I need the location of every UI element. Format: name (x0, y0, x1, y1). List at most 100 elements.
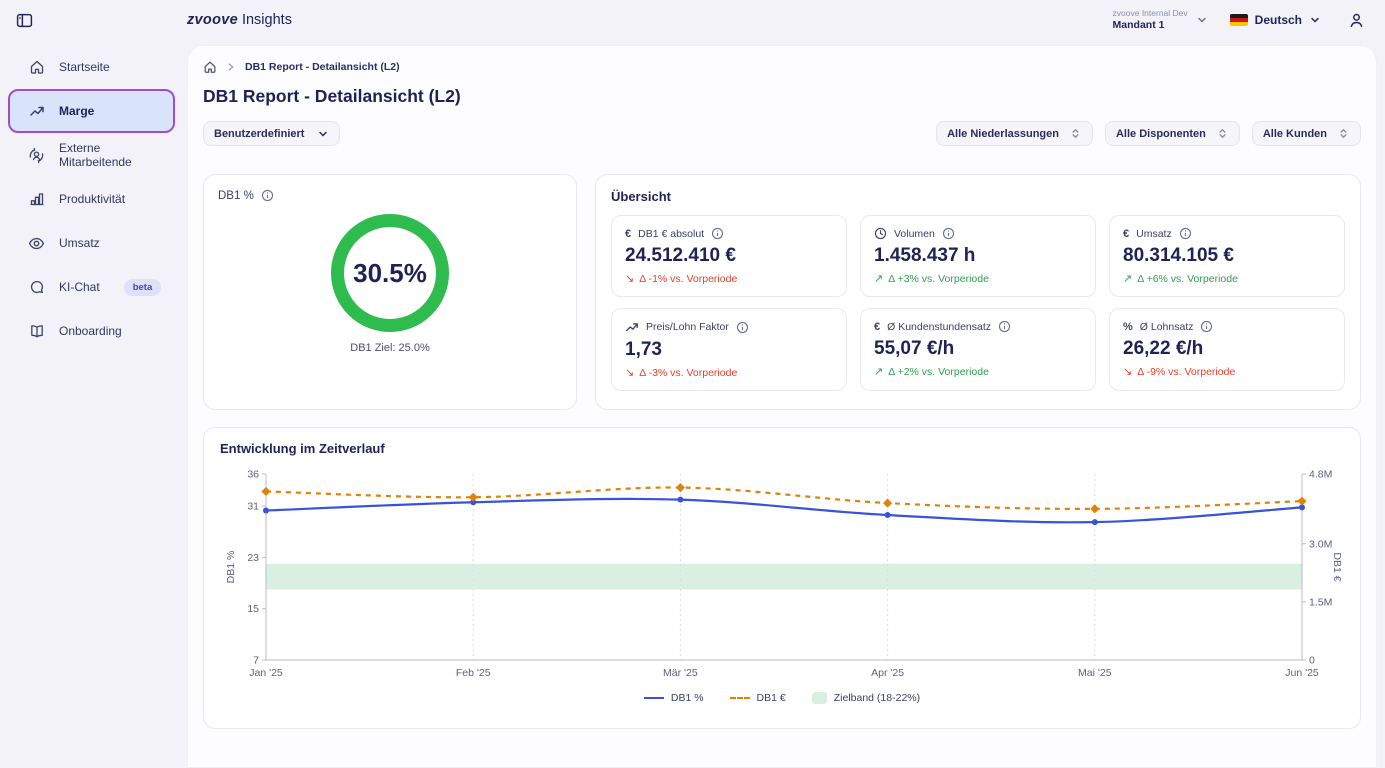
kpi-card-volumen: Volumen1.458.437 h↗Δ +3% vs. Vorperiode (860, 215, 1096, 297)
kpi-delta: ↘ Δ -9% vs. Vorperiode (1123, 365, 1331, 378)
arrow-down-right-icon: ↘ (625, 272, 634, 285)
info-icon[interactable] (736, 321, 749, 334)
left-tick-label: 7 (253, 655, 259, 667)
data-point (469, 493, 478, 502)
legend-zielband[interactable]: Zielband (18-22%) (812, 692, 920, 704)
period-select[interactable]: Benutzerdefiniert (203, 121, 340, 146)
sidebar-item-label: Onboarding (59, 324, 122, 338)
data-point (885, 512, 891, 518)
legend-label: Zielband (18-22%) (834, 692, 920, 704)
left-tick-label: 23 (247, 552, 259, 564)
logo-product: Insights (242, 12, 292, 28)
kpi-value: 1.458.437 h (874, 245, 1082, 267)
page-title: DB1 Report - Detailansicht (L2) (203, 86, 1361, 107)
top-bar: zvoove Insights zvoove Internal Dev Mand… (0, 0, 1385, 40)
filter-select-alle-disponenten[interactable]: Alle Disponenten (1105, 121, 1240, 146)
chevron-updown-icon (1069, 127, 1082, 140)
kpi-value: 1,73 (625, 339, 833, 361)
sidebar-item-externe-mitarbeitende[interactable]: Externe Mitarbeitende (8, 133, 175, 177)
bar-chart-icon (28, 191, 45, 208)
kpi-delta-text: Δ -3% vs. Vorperiode (639, 367, 737, 379)
info-icon[interactable] (261, 189, 274, 202)
kpi-label: Ø Lohnsatz (1140, 321, 1194, 333)
beta-badge: beta (124, 279, 162, 296)
data-point (1090, 504, 1099, 513)
tenant-selector[interactable]: zvoove Internal Dev Mandant 1 (1113, 8, 1208, 32)
kpi-delta-text: Δ +2% vs. Vorperiode (888, 366, 989, 378)
legend-db1-percent-swatch (644, 697, 664, 699)
language-label: Deutsch (1255, 13, 1302, 27)
sidebar-item-label: Produktivität (59, 192, 125, 206)
x-tick-label: Jan '25 (249, 667, 283, 679)
sidebar-item-label: Startseite (59, 60, 110, 74)
chevron-down-icon (1196, 14, 1208, 26)
kpi-delta: ↗Δ +6% vs. Vorperiode (1123, 272, 1331, 285)
language-selector[interactable]: Deutsch (1230, 13, 1321, 27)
kpi-label: Ø Kundenstundensatz (887, 321, 991, 333)
sidebar-item-label: Externe Mitarbeitende (59, 141, 173, 169)
kpi-delta: ↗Δ +2% vs. Vorperiode (874, 365, 1082, 378)
sidebar-item-marge[interactable]: Marge (8, 89, 175, 133)
chart-legend: DB1 % DB1 € Zielband (18-22%) (220, 692, 1344, 704)
info-icon[interactable] (711, 227, 724, 240)
gauge-target: DB1 Ziel: 25.0% (218, 342, 562, 354)
right-tick-label: 0 (1309, 655, 1315, 667)
euro-icon: € (874, 321, 880, 333)
db1-percent-card: DB1 % 30.5% DB1 Ziel: 25.0% (203, 174, 577, 410)
logo-brand: zvoove (187, 12, 238, 28)
sidebar-item-umsatz[interactable]: Umsatz (8, 221, 175, 265)
kpi-delta-text: Δ +6% vs. Vorperiode (1137, 273, 1238, 285)
filter-select-alle-niederlassungen[interactable]: Alle Niederlassungen (936, 121, 1093, 146)
kpi-delta-text: Δ -9% vs. Vorperiode (1137, 366, 1235, 378)
info-icon[interactable] (998, 320, 1011, 333)
sidebar-nav: Startseite Marge Externe Mitarbeitende Prod… (0, 45, 187, 768)
info-icon[interactable] (1179, 227, 1192, 240)
clock-icon (874, 227, 887, 240)
sidebar-item-onboarding[interactable]: Onboarding (8, 309, 175, 353)
chevron-right-icon (226, 62, 236, 72)
legend-db1-percent[interactable]: DB1 % (644, 692, 704, 704)
kpi-card--lohnsatz: % Ø Lohnsatz 26,22 €/h ↘ Δ -9% vs. Vorperiod… (1109, 308, 1345, 391)
sidebar-item-label: Marge (59, 104, 94, 118)
sidebar-item-ki-chat[interactable]: KI-Chatbeta (8, 265, 175, 309)
sidebar-item-label: Umsatz (59, 236, 100, 250)
arrow-down-right-icon: ↘ (1123, 365, 1132, 378)
data-point (1092, 519, 1098, 525)
filter-select-alle-kunden[interactable]: Alle Kunden (1252, 121, 1361, 146)
content-panel: DB1 Report - Detailansicht (L2) DB1 Repo… (187, 45, 1377, 768)
x-tick-label: Mai '25 (1078, 667, 1112, 679)
kpi-value: 26,22 €/h (1123, 338, 1331, 360)
sidebar-toggle-icon[interactable] (12, 8, 36, 32)
kpi-label: Preis/Lohn Faktor (646, 321, 729, 333)
app-logo: zvoove Insights (187, 0, 292, 40)
user-account-icon[interactable] (1343, 7, 1369, 33)
legend-db1-euro[interactable]: DB1 € (730, 692, 786, 704)
home-icon (28, 59, 45, 76)
sidebar-item-startseite[interactable]: Startseite (8, 45, 175, 89)
series-line-db1- (266, 499, 1302, 522)
timeline-chart-card: Entwicklung im Zeitverlauf 71523313601.5… (203, 427, 1361, 729)
filter-select-value: Alle Niederlassungen (947, 128, 1059, 140)
data-point (1297, 497, 1306, 506)
sidebar-item-produktivit-t[interactable]: Produktivität (8, 177, 175, 221)
data-point (677, 497, 683, 503)
data-point (676, 483, 685, 492)
percent-icon: % (1123, 321, 1133, 333)
legend-label: DB1 % (671, 692, 704, 704)
kpi-value: 24.512.410 € (625, 245, 833, 267)
kpi-value: 80.314.105 € (1123, 245, 1331, 267)
kpi-delta: ↗Δ +3% vs. Vorperiode (874, 272, 1082, 285)
kpi-label: DB1 € absolut (638, 228, 704, 240)
book-icon (28, 323, 45, 340)
kpi-card-db1-absolut: €DB1 € absolut24.512.410 €↘Δ -1% vs. Vor… (611, 215, 847, 297)
left-tick-label: 31 (247, 501, 259, 513)
tenant-name: Mandant 1 (1113, 19, 1188, 32)
info-icon[interactable] (1200, 320, 1213, 333)
gauge-label: DB1 % (218, 190, 254, 202)
home-icon[interactable] (203, 60, 217, 74)
x-tick-label: Apr '25 (871, 667, 904, 679)
data-point (261, 487, 270, 496)
info-icon[interactable] (942, 227, 955, 240)
external-users-icon (28, 147, 45, 164)
gauge-ring: 30.5% (331, 214, 449, 332)
